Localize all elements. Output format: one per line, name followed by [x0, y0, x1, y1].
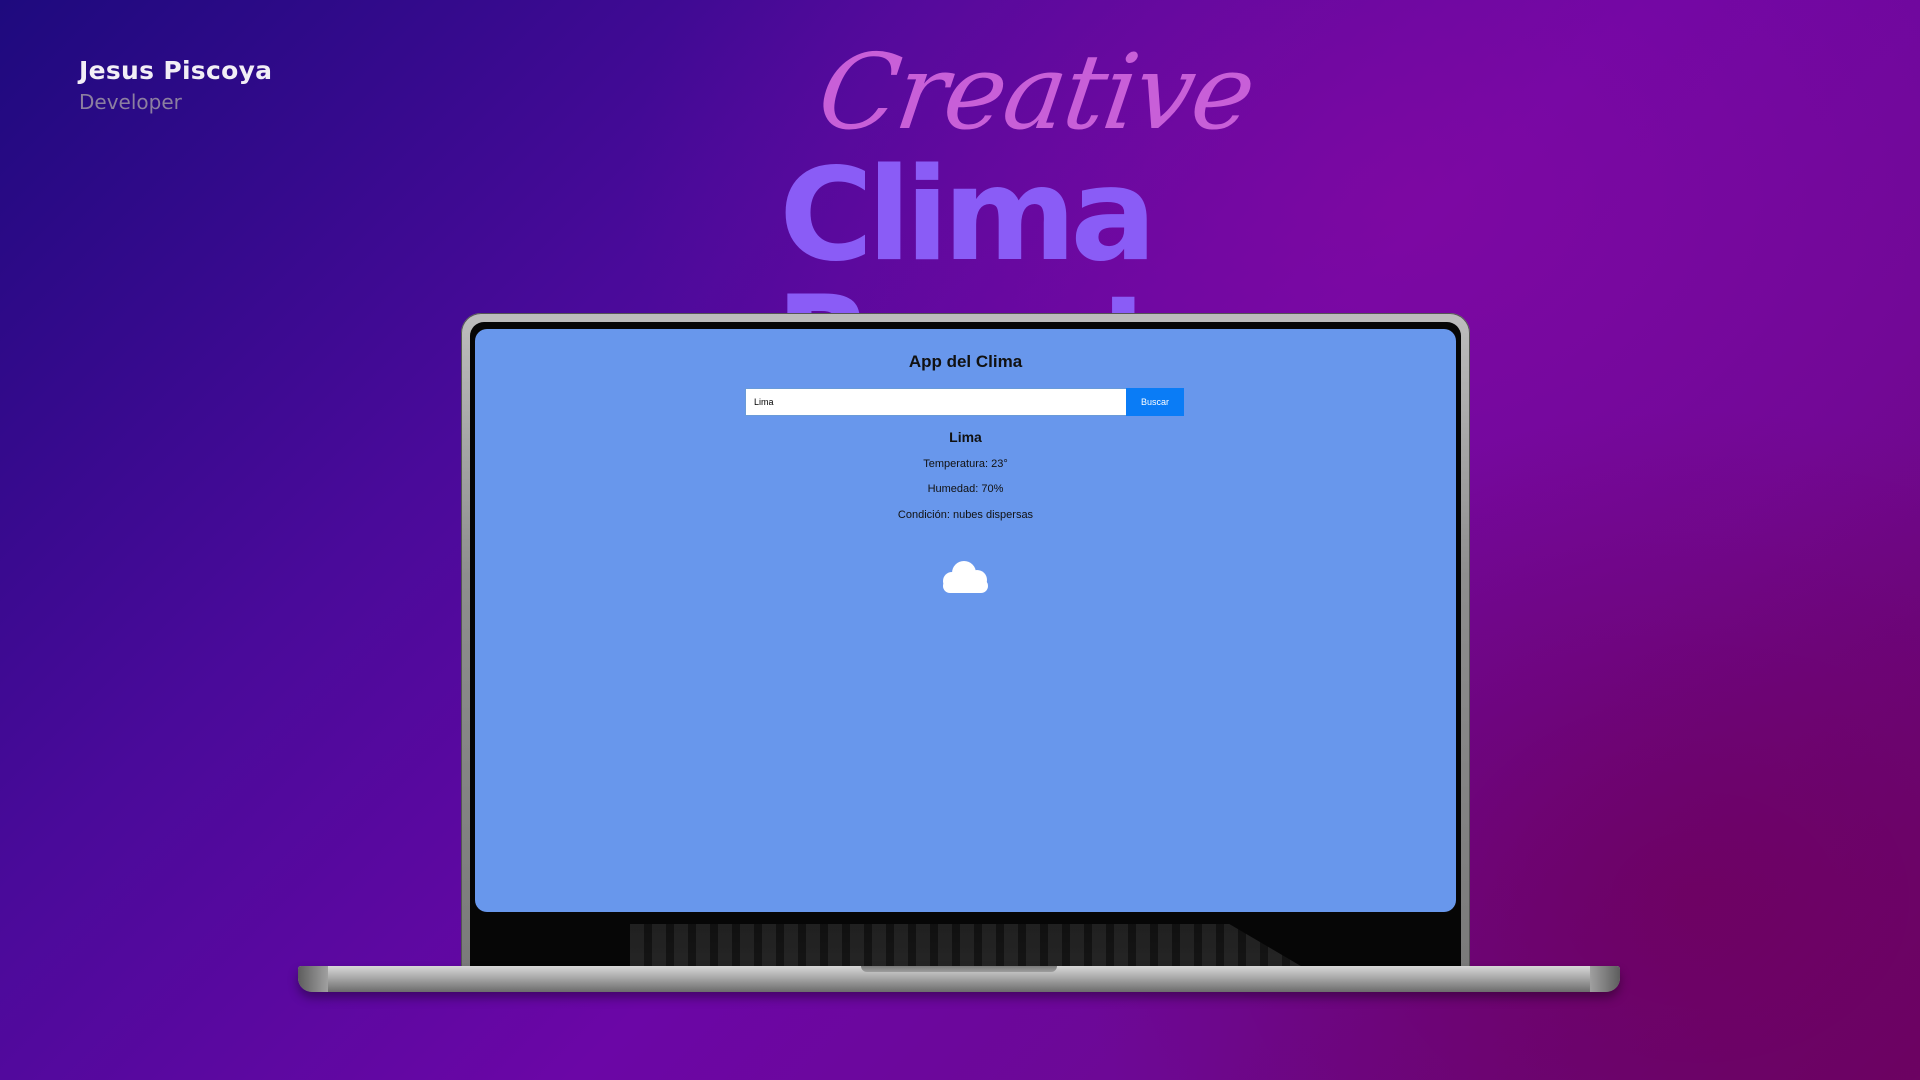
- script-title: Creative: [811, 31, 1261, 153]
- author-role: Developer: [79, 90, 182, 114]
- search-bar: Buscar: [745, 388, 1184, 416]
- laptop-base-left-edge: [298, 966, 328, 992]
- city-search-input[interactable]: [745, 388, 1126, 416]
- laptop-base-notch: [861, 966, 1057, 972]
- laptop-base: [298, 966, 1620, 992]
- laptop-base-right-edge: [1590, 966, 1620, 992]
- cloud-icon: [943, 561, 988, 593]
- app-screen: App del Clima Buscar Lima Temperatura: 2…: [475, 329, 1456, 912]
- temperature-text: Temperatura: 23°: [923, 458, 1008, 470]
- keyboard-reflection: [630, 924, 1311, 972]
- city-name: Lima: [949, 429, 982, 445]
- app-title: App del Clima: [908, 352, 1023, 371]
- humidity-text: Humedad: 70%: [927, 483, 1004, 495]
- author-name: Jesus Piscoya: [79, 56, 273, 85]
- author-block: Jesus Piscoya Developer: [79, 56, 272, 114]
- condition-text: Condición: nubes dispersas: [897, 509, 1034, 521]
- search-button[interactable]: Buscar: [1126, 388, 1184, 416]
